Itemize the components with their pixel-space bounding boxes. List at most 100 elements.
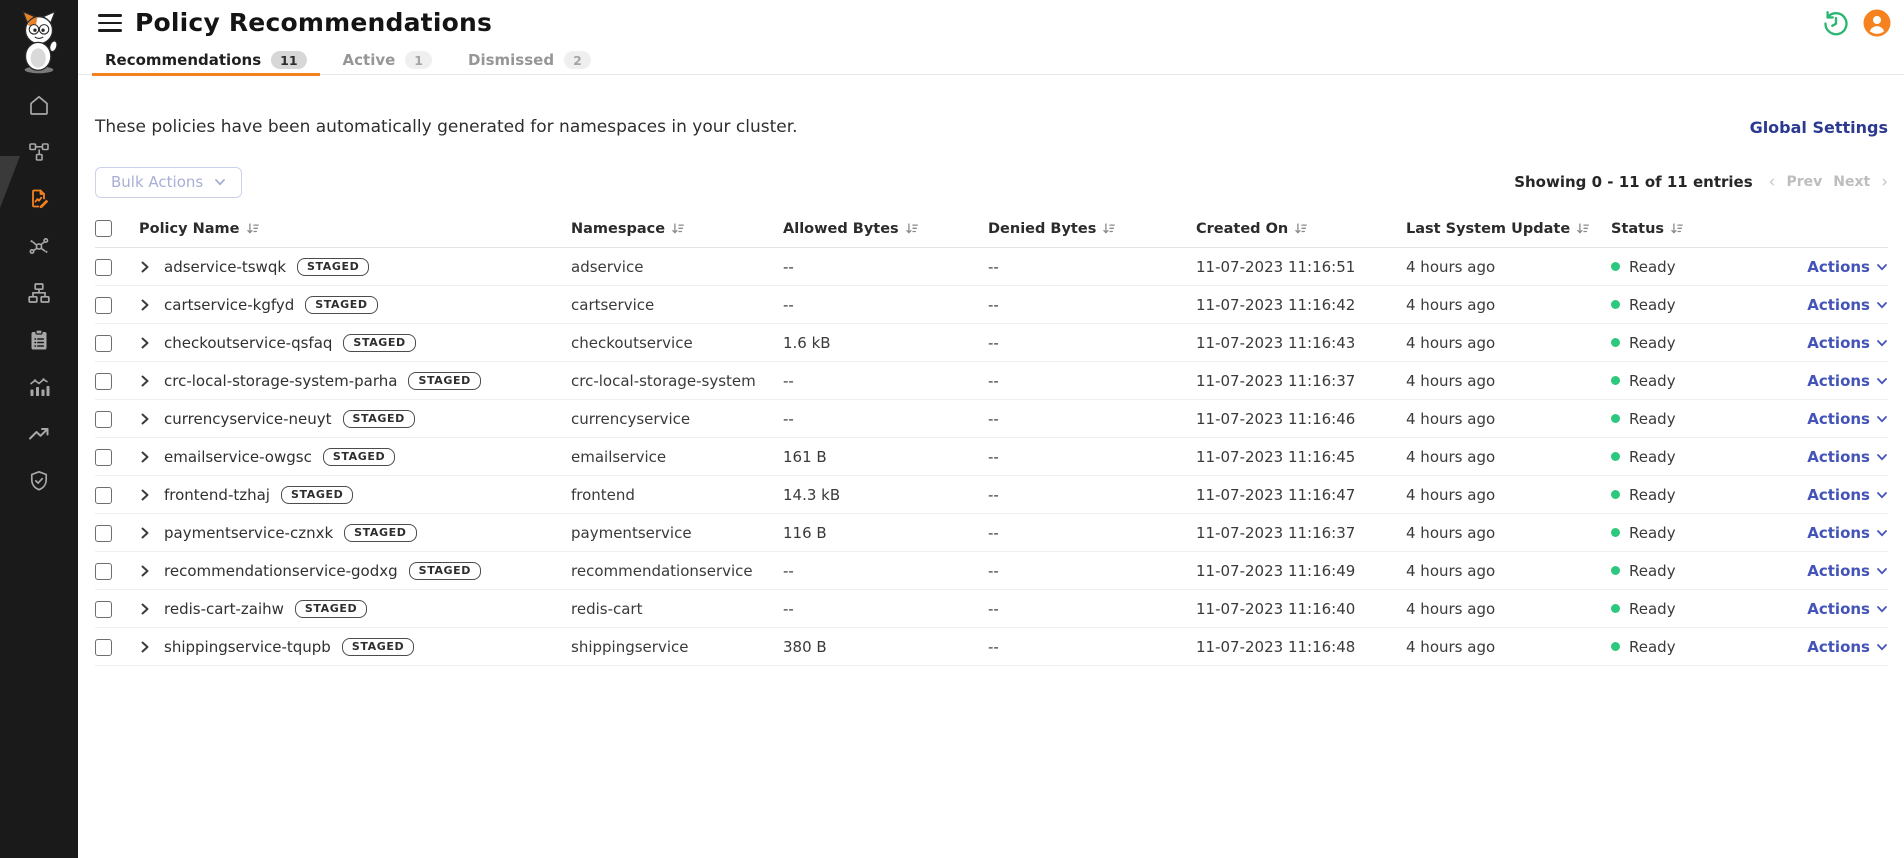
status-dot [1611, 376, 1620, 385]
sidebar-item-sitemap[interactable] [0, 269, 78, 316]
table-row: frontend-tzhaj STAGED frontend 14.3 kB -… [95, 476, 1888, 514]
row-checkbox[interactable] [95, 601, 112, 618]
prev-button[interactable]: Prev [1786, 174, 1822, 190]
created-on-cell: 11-07-2023 11:16:49 [1196, 552, 1406, 590]
expand-chevron-icon[interactable] [139, 565, 151, 577]
sidebar-item-logs[interactable] [0, 316, 78, 363]
table-row: recommendationservice-godxg STAGED recom… [95, 552, 1888, 590]
col-header-namespace[interactable]: Namespace [571, 213, 783, 248]
status-label: Ready [1629, 524, 1676, 542]
actions-menu-button[interactable]: Actions [1807, 448, 1888, 466]
history-icon[interactable] [1822, 9, 1850, 37]
actions-menu-button[interactable]: Actions [1807, 258, 1888, 276]
expand-chevron-icon[interactable] [139, 603, 151, 615]
tab-dismissed[interactable]: Dismissed 2 [455, 46, 604, 75]
actions-menu-button[interactable]: Actions [1807, 296, 1888, 314]
table-header-row: Policy Name Namespace Allowed Bytes Deni… [95, 213, 1888, 248]
sidebar-item-trends[interactable] [0, 410, 78, 457]
actions-menu-button[interactable]: Actions [1807, 562, 1888, 580]
created-on-cell: 11-07-2023 11:16:46 [1196, 400, 1406, 438]
actions-menu-button[interactable]: Actions [1807, 524, 1888, 542]
actions-menu-button[interactable]: Actions [1807, 372, 1888, 390]
col-header-policy-name[interactable]: Policy Name [139, 213, 571, 248]
row-checkbox[interactable] [95, 259, 112, 276]
tab-active[interactable]: Active 1 [330, 46, 445, 75]
created-on-cell: 11-07-2023 11:16:42 [1196, 286, 1406, 324]
status-label: Ready [1629, 448, 1676, 466]
global-settings-link[interactable]: Global Settings [1750, 118, 1888, 137]
actions-menu-button[interactable]: Actions [1807, 638, 1888, 656]
row-checkbox[interactable] [95, 487, 112, 504]
expand-chevron-icon[interactable] [139, 299, 151, 311]
expand-chevron-icon[interactable] [139, 451, 151, 463]
table-row: crc-local-storage-system-parha STAGED cr… [95, 362, 1888, 400]
sidebar-item-home[interactable] [0, 81, 78, 128]
created-on-cell: 11-07-2023 11:16:51 [1196, 248, 1406, 286]
sidebar-item-topology[interactable] [0, 128, 78, 175]
bulk-actions-button[interactable]: Bulk Actions [95, 167, 242, 198]
col-header-denied-bytes[interactable]: Denied Bytes [988, 213, 1196, 248]
next-button[interactable]: Next [1833, 174, 1870, 190]
status-cell: Ready [1611, 476, 1781, 514]
namespace-cell: shippingservice [571, 628, 783, 666]
showing-entries-text: Showing 0 - 11 of 11 entries [1514, 173, 1752, 191]
user-avatar-icon[interactable] [1863, 9, 1891, 37]
last-update-cell: 4 hours ago [1406, 438, 1611, 476]
expand-chevron-icon[interactable] [139, 641, 151, 653]
row-checkbox[interactable] [95, 373, 112, 390]
cat-logo [12, 6, 66, 78]
actions-menu-button[interactable]: Actions [1807, 486, 1888, 504]
sidebar-item-policies[interactable] [0, 175, 78, 222]
select-all-checkbox[interactable] [95, 220, 112, 237]
actions-menu-button[interactable]: Actions [1807, 600, 1888, 618]
status-cell: Ready [1611, 514, 1781, 552]
status-label: Ready [1629, 638, 1676, 656]
table-row: paymentservice-cznxk STAGED paymentservi… [95, 514, 1888, 552]
expand-chevron-icon[interactable] [139, 527, 151, 539]
expand-chevron-icon[interactable] [139, 489, 151, 501]
col-header-last-system-update[interactable]: Last System Update [1406, 213, 1611, 248]
table-row: redis-cart-zaihw STAGED redis-cart -- --… [95, 590, 1888, 628]
tab-label: Recommendations [105, 51, 261, 69]
staged-badge: STAGED [295, 600, 367, 618]
row-checkbox[interactable] [95, 563, 112, 580]
namespace-cell: frontend [571, 476, 783, 514]
next-chevron-icon[interactable]: › [1881, 174, 1888, 191]
row-checkbox[interactable] [95, 335, 112, 352]
status-label: Ready [1629, 296, 1676, 314]
tab-recommendations[interactable]: Recommendations 11 [92, 46, 320, 75]
actions-menu-button[interactable]: Actions [1807, 410, 1888, 428]
row-checkbox[interactable] [95, 639, 112, 656]
denied-bytes-cell: -- [988, 590, 1196, 628]
prev-chevron-icon[interactable]: ‹ [1769, 174, 1776, 191]
topbar: Policy Recommendations [78, 0, 1904, 46]
denied-bytes-cell: -- [988, 552, 1196, 590]
allowed-bytes-cell: -- [783, 362, 988, 400]
row-checkbox[interactable] [95, 411, 112, 428]
sidebar-item-security[interactable] [0, 457, 78, 504]
expand-chevron-icon[interactable] [139, 337, 151, 349]
expand-chevron-icon[interactable] [139, 375, 151, 387]
col-header-status[interactable]: Status [1611, 213, 1781, 248]
namespace-cell: emailservice [571, 438, 783, 476]
namespace-cell: adservice [571, 248, 783, 286]
sidebar-item-service-graph[interactable] [0, 222, 78, 269]
status-dot [1611, 528, 1620, 537]
allowed-bytes-cell: -- [783, 590, 988, 628]
actions-menu-button[interactable]: Actions [1807, 334, 1888, 352]
policy-name: redis-cart-zaihw [164, 600, 284, 618]
col-header-allowed-bytes[interactable]: Allowed Bytes [783, 213, 988, 248]
analytics-icon [27, 375, 51, 399]
namespace-cell: recommendationservice [571, 552, 783, 590]
col-header-created-on[interactable]: Created On [1196, 213, 1406, 248]
expand-chevron-icon[interactable] [139, 413, 151, 425]
row-checkbox[interactable] [95, 449, 112, 466]
sidebar-item-analytics[interactable] [0, 363, 78, 410]
status-label: Ready [1629, 600, 1676, 618]
row-checkbox[interactable] [95, 297, 112, 314]
expand-chevron-icon[interactable] [139, 261, 151, 273]
status-dot [1611, 642, 1620, 651]
row-checkbox[interactable] [95, 525, 112, 542]
chevron-down-icon [1876, 375, 1888, 387]
hamburger-menu-icon[interactable] [98, 14, 122, 32]
